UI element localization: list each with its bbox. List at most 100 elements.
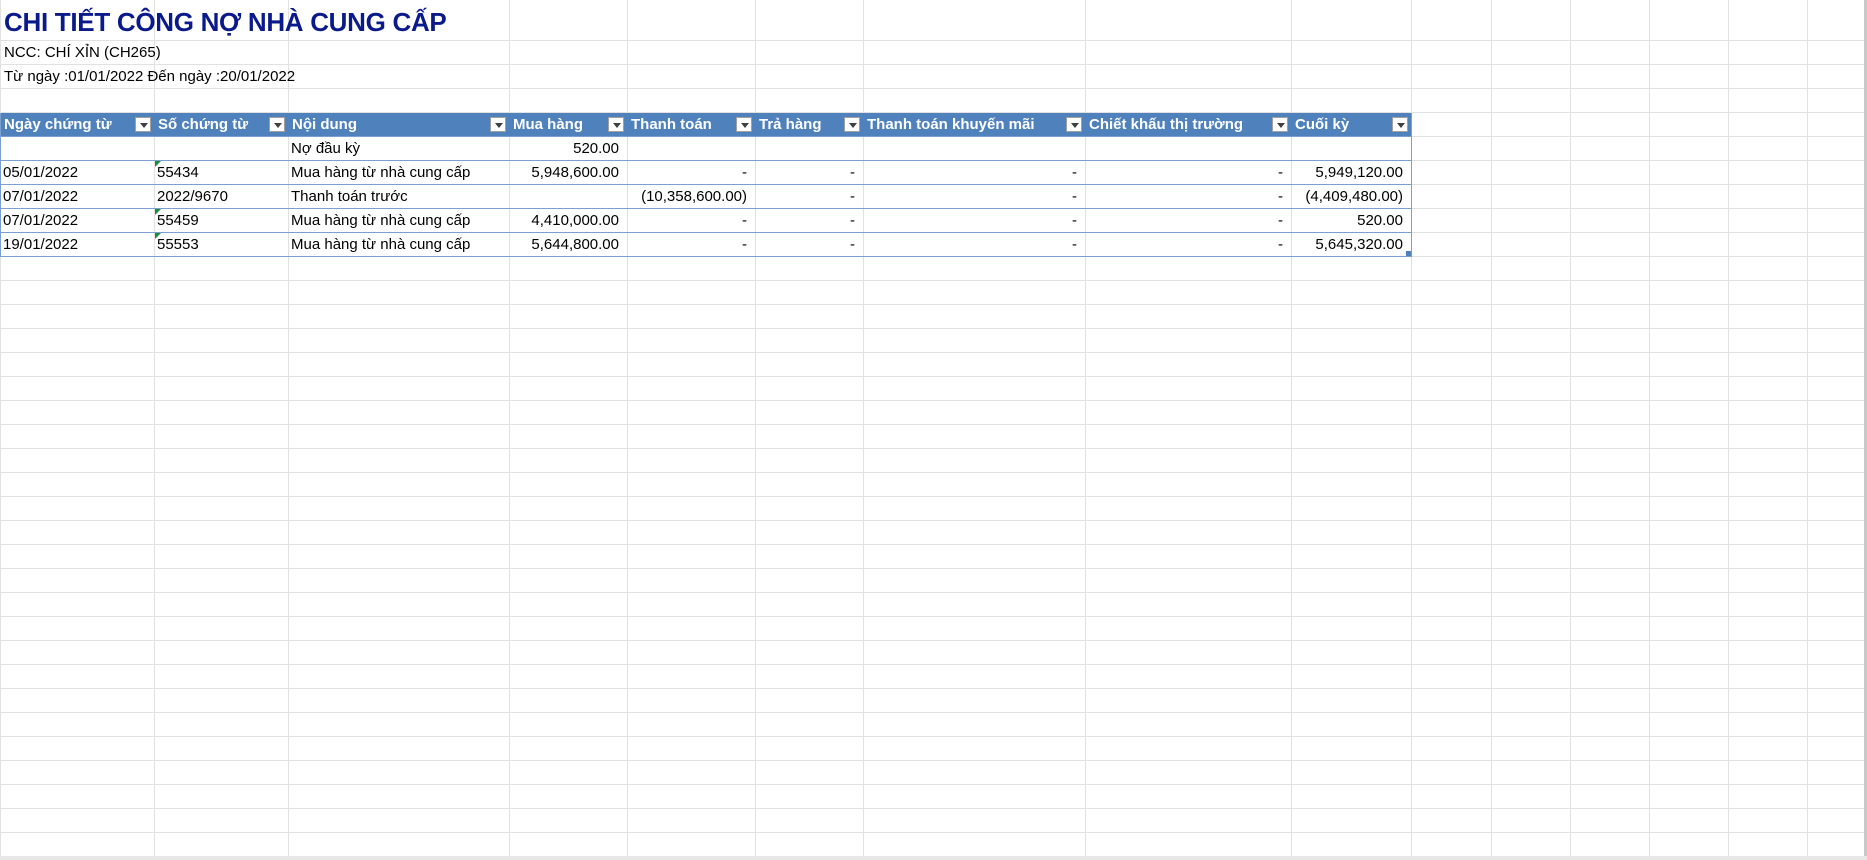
header-label: Cuối kỳ bbox=[1295, 116, 1350, 133]
return-cell[interactable]: - bbox=[755, 161, 863, 185]
market-discount-cell[interactable]: - bbox=[1085, 161, 1291, 185]
grid-column-line bbox=[1728, 0, 1729, 860]
closing-cell[interactable] bbox=[1291, 137, 1411, 161]
table-row-border bbox=[0, 208, 1412, 209]
market-discount-cell[interactable]: - bbox=[1085, 233, 1291, 257]
filter-dropdown-icon[interactable] bbox=[608, 117, 624, 132]
promo-payment-cell[interactable]: - bbox=[863, 161, 1085, 185]
date-cell[interactable] bbox=[0, 137, 154, 161]
date-cell[interactable]: 05/01/2022 bbox=[0, 161, 154, 185]
purchase-cell[interactable]: 520.00 bbox=[509, 137, 627, 161]
closing-cell[interactable]: (4,409,480.00) bbox=[1291, 185, 1411, 209]
grid-column-line bbox=[1807, 0, 1808, 860]
grid-row-line bbox=[0, 472, 1867, 473]
horizontal-scrollbar[interactable] bbox=[0, 856, 1867, 860]
payment-cell[interactable] bbox=[627, 137, 755, 161]
promo-payment-cell[interactable]: - bbox=[863, 233, 1085, 257]
date-cell[interactable]: 07/01/2022 bbox=[0, 185, 154, 209]
payment-cell[interactable]: - bbox=[627, 161, 755, 185]
grid-row-line bbox=[0, 640, 1867, 641]
grid-row-line bbox=[0, 496, 1867, 497]
header-label: Thanh toán bbox=[631, 116, 712, 133]
purchase-cell[interactable]: 4,410,000.00 bbox=[509, 209, 627, 233]
closing-cell[interactable]: 5,949,120.00 bbox=[1291, 161, 1411, 185]
grid-row-line bbox=[0, 736, 1867, 737]
grid-row-line bbox=[0, 352, 1867, 353]
doc-number-cell[interactable]: 55459 bbox=[154, 209, 288, 233]
table-resize-handle[interactable] bbox=[1406, 251, 1411, 256]
filter-dropdown-icon[interactable] bbox=[269, 117, 285, 132]
table-row-border bbox=[0, 136, 1412, 137]
number-as-text-indicator-icon[interactable] bbox=[155, 233, 161, 239]
header-date: Ngày chứng từ bbox=[0, 113, 154, 136]
table-row-border bbox=[0, 256, 1412, 257]
grid-row-line bbox=[0, 40, 1867, 41]
header-label: Số chứng từ bbox=[158, 116, 249, 133]
number-as-text-indicator-icon[interactable] bbox=[155, 209, 161, 215]
purchase-cell[interactable] bbox=[509, 185, 627, 209]
market-discount-cell[interactable]: - bbox=[1085, 185, 1291, 209]
header-label: Nội dung bbox=[292, 116, 357, 133]
return-cell[interactable]: - bbox=[755, 233, 863, 257]
grid-row-line bbox=[0, 448, 1867, 449]
grid-row-line bbox=[0, 592, 1867, 593]
return-cell[interactable] bbox=[755, 137, 863, 161]
closing-cell[interactable]: 5,645,320.00 bbox=[1291, 233, 1411, 257]
header-label: Trả hàng bbox=[759, 116, 822, 133]
header-payment: Thanh toán bbox=[627, 113, 755, 136]
header-label: Chiết khấu thị trường bbox=[1089, 116, 1244, 133]
return-cell[interactable]: - bbox=[755, 185, 863, 209]
doc-number-cell[interactable] bbox=[154, 137, 288, 161]
promo-payment-cell[interactable] bbox=[863, 137, 1085, 161]
content-cell[interactable]: Nợ đầu kỳ bbox=[288, 137, 509, 161]
header-closing: Cuối kỳ bbox=[1291, 113, 1411, 136]
filter-dropdown-icon[interactable] bbox=[736, 117, 752, 132]
number-as-text-indicator-icon[interactable] bbox=[155, 161, 161, 167]
content-cell[interactable]: Mua hàng từ nhà cung cấp bbox=[288, 161, 509, 185]
table-border-right bbox=[1411, 113, 1412, 257]
market-discount-cell[interactable] bbox=[1085, 137, 1291, 161]
grid-row-line bbox=[0, 688, 1867, 689]
market-discount-cell[interactable]: - bbox=[1085, 209, 1291, 233]
filter-dropdown-icon[interactable] bbox=[135, 117, 151, 132]
date-range: Từ ngày :01/01/2022 Đến ngày :20/01/2022 bbox=[4, 68, 296, 85]
date-cell[interactable]: 19/01/2022 bbox=[0, 233, 154, 257]
grid-row-line bbox=[0, 664, 1867, 665]
doc-number-cell[interactable]: 55553 bbox=[154, 233, 288, 257]
grid-row-line bbox=[0, 760, 1867, 761]
promo-payment-cell[interactable]: - bbox=[863, 185, 1085, 209]
header-promo-payment: Thanh toán khuyến mãi bbox=[863, 113, 1085, 136]
filter-dropdown-icon[interactable] bbox=[490, 117, 506, 132]
content-cell[interactable]: Mua hàng từ nhà cung cấp bbox=[288, 233, 509, 257]
grid-row-line bbox=[0, 280, 1867, 281]
doc-number-cell[interactable]: 2022/9670 bbox=[154, 185, 288, 209]
return-cell[interactable]: - bbox=[755, 209, 863, 233]
table-row-border bbox=[0, 184, 1412, 185]
header-label: Thanh toán khuyến mãi bbox=[867, 116, 1035, 133]
filter-dropdown-icon[interactable] bbox=[844, 117, 860, 132]
promo-payment-cell[interactable]: - bbox=[863, 209, 1085, 233]
header-market-discount: Chiết khấu thị trường bbox=[1085, 113, 1291, 136]
content-cell[interactable]: Mua hàng từ nhà cung cấp bbox=[288, 209, 509, 233]
payment-cell[interactable]: - bbox=[627, 233, 755, 257]
date-cell[interactable]: 07/01/2022 bbox=[0, 209, 154, 233]
content-cell[interactable]: Thanh toán trước bbox=[288, 185, 509, 209]
grid-row-line bbox=[0, 784, 1867, 785]
filter-dropdown-icon[interactable] bbox=[1066, 117, 1082, 132]
payment-cell[interactable]: - bbox=[627, 209, 755, 233]
filter-dropdown-icon[interactable] bbox=[1392, 117, 1408, 132]
header-content: Nội dung bbox=[288, 113, 509, 136]
payment-cell[interactable]: (10,358,600.00) bbox=[627, 185, 755, 209]
filter-dropdown-icon[interactable] bbox=[1272, 117, 1288, 132]
header-return: Trả hàng bbox=[755, 113, 863, 136]
closing-cell[interactable]: 520.00 bbox=[1291, 209, 1411, 233]
header-label: Mua hàng bbox=[513, 116, 583, 133]
purchase-cell[interactable]: 5,948,600.00 bbox=[509, 161, 627, 185]
grid-row-line bbox=[0, 376, 1867, 377]
table-row-border bbox=[0, 232, 1412, 233]
header-label: Ngày chứng từ bbox=[4, 116, 112, 133]
purchase-cell[interactable]: 5,644,800.00 bbox=[509, 233, 627, 257]
grid-row-line bbox=[0, 328, 1867, 329]
doc-number-cell[interactable]: 55434 bbox=[154, 161, 288, 185]
grid-row-line bbox=[0, 616, 1867, 617]
